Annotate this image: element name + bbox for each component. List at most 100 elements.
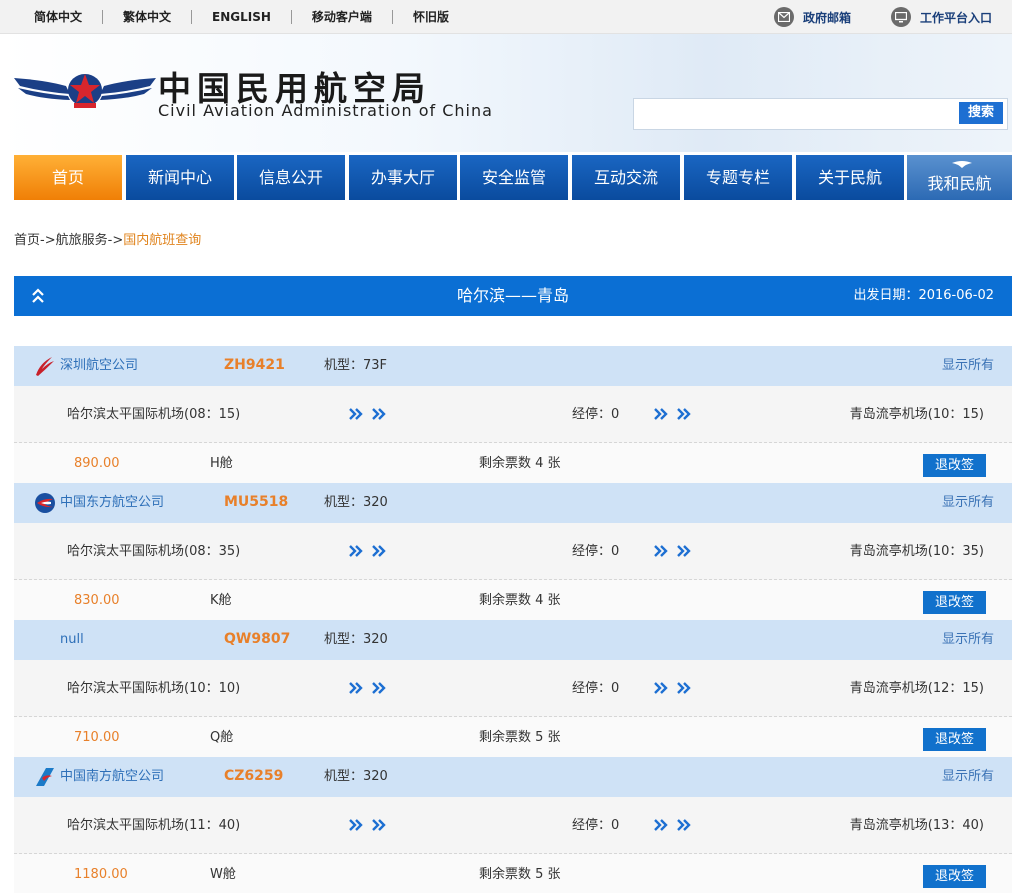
departure-airport: 哈尔滨太平国际机场(11：40) <box>67 818 241 833</box>
double-arrow-right-icon <box>349 819 386 831</box>
flight-route-row: 哈尔滨太平国际机场(08：15) 经停：0 青岛流亭机场(10：15) <box>14 386 1012 443</box>
caac-logo-icon[interactable] <box>14 66 156 114</box>
gov-mail-label: 政府邮箱 <box>802 10 851 25</box>
departure-date: 出发日期：2016-06-02 <box>853 288 994 303</box>
arrival-airport: 青岛流亭机场(10：35) <box>849 544 984 559</box>
route-bar: 哈尔滨——青岛 出发日期：2016-06-02 <box>14 276 1012 316</box>
gov-mail-link[interactable]: 政府邮箱 <box>773 7 851 27</box>
flight-price-row: 710.00 Q舱 剩余票数 5 张 退改签 <box>14 717 1012 758</box>
arrival-airport: 青岛流亭机场(12：15) <box>849 681 984 696</box>
site-header: 中国民用航空局 Civil Aviation Administration of… <box>0 34 1012 152</box>
aircraft-type: 机型：320 <box>324 632 388 647</box>
arrival-airport: 青岛流亭机场(13：40) <box>849 818 984 833</box>
show-all-link[interactable]: 显示所有 <box>942 757 994 797</box>
flight-header: 中国东方航空公司 MU5518 机型：320 显示所有 <box>14 483 1012 523</box>
link-classic-version[interactable]: 怀旧版 <box>393 10 469 24</box>
link-mobile-client[interactable]: 移动客户端 <box>292 10 393 24</box>
remaining-tickets: 剩余票数 5 张 <box>479 730 561 745</box>
stopovers: 经停：0 <box>572 544 620 559</box>
stopovers: 经停：0 <box>572 681 620 696</box>
refund-change-button[interactable]: 退改签 <box>923 591 986 614</box>
link-english[interactable]: ENGLISH <box>192 10 292 24</box>
china-eastern-logo-icon <box>35 493 55 513</box>
work-portal-link[interactable]: 工作平台入口 <box>890 7 992 27</box>
remaining-tickets: 剩余票数 5 张 <box>479 867 561 882</box>
flight-price-row: 1180.00 W舱 剩余票数 5 张 退改签 <box>14 854 1012 893</box>
show-all-link[interactable]: 显示所有 <box>942 346 994 386</box>
departure-airport: 哈尔滨太平国际机场(08：15) <box>67 407 241 422</box>
refund-change-button[interactable]: 退改签 <box>923 865 986 888</box>
flight-number: ZH9421 <box>224 357 285 373</box>
flight-header: 深圳航空公司 ZH9421 机型：73F 显示所有 <box>14 346 1012 386</box>
cabin-class: H舱 <box>210 456 233 471</box>
flight-header: 中国南方航空公司 CZ6259 机型：320 显示所有 <box>14 757 1012 797</box>
nav-interaction[interactable]: 互动交流 <box>572 155 680 200</box>
stopovers: 经停：0 <box>572 818 620 833</box>
breadcrumb-current: 国内航班查询 <box>123 233 202 248</box>
flight-price-row: 890.00 H舱 剩余票数 4 张 退改签 <box>14 443 1012 484</box>
refund-change-button[interactable]: 退改签 <box>923 728 986 751</box>
link-traditional-chinese[interactable]: 繁体中文 <box>103 10 193 24</box>
flight-route-row: 哈尔滨太平国际机场(11：40) 经停：0 青岛流亭机场(13：40) <box>14 797 1012 854</box>
flight-card: 中国南方航空公司 CZ6259 机型：320 显示所有 哈尔滨太平国际机场(11… <box>14 757 1012 893</box>
double-arrow-right-icon <box>349 545 386 557</box>
double-arrow-right-icon <box>654 408 691 420</box>
double-arrow-right-icon <box>654 819 691 831</box>
flight-route-row: 哈尔滨太平国际机场(10：10) 经停：0 青岛流亭机场(12：15) <box>14 660 1012 717</box>
double-arrow-right-icon <box>654 682 691 694</box>
flight-number: MU5518 <box>224 494 289 510</box>
remaining-tickets: 剩余票数 4 张 <box>479 593 561 608</box>
breadcrumb-separator: -> <box>40 233 56 248</box>
double-arrow-right-icon <box>349 682 386 694</box>
breadcrumb: 首页->航旅服务->国内航班查询 <box>14 229 201 248</box>
cabin-class: W舱 <box>210 867 236 882</box>
mail-icon <box>773 7 794 27</box>
double-arrow-right-icon <box>349 408 386 420</box>
main-nav: 首页 新闻中心 信息公开 办事大厅 安全监管 互动交流 专题专栏 关于民航 我和… <box>14 155 1012 200</box>
airline-name: null <box>60 632 84 647</box>
double-arrow-right-icon <box>654 545 691 557</box>
flight-card: 中国东方航空公司 MU5518 机型：320 显示所有 哈尔滨太平国际机场(08… <box>14 483 1012 621</box>
flight-route-row: 哈尔滨太平国际机场(08：35) 经停：0 青岛流亭机场(10：35) <box>14 523 1012 580</box>
breadcrumb-section[interactable]: 航旅服务 <box>56 233 108 248</box>
aircraft-type: 机型：320 <box>324 769 388 784</box>
refund-change-button[interactable]: 退改签 <box>923 454 986 477</box>
search-input[interactable]: 搜索 <box>633 98 1008 130</box>
ticket-price: 890.00 <box>74 456 120 471</box>
link-simplified-chinese[interactable]: 简体中文 <box>14 10 104 24</box>
nav-me-and-aviation[interactable]: 我和民航 <box>907 155 1012 200</box>
departure-airport: 哈尔滨太平国际机场(10：10) <box>67 681 241 696</box>
top-right-links: 政府邮箱 工作平台入口 <box>734 0 992 34</box>
arrival-airport: 青岛流亭机场(10：15) <box>849 407 984 422</box>
flight-card: null QW9807 机型：320 显示所有 哈尔滨太平国际机场(10：10)… <box>14 620 1012 758</box>
language-links: 简体中文 繁体中文 ENGLISH 移动客户端 怀旧版 <box>14 0 469 34</box>
nav-service-hall[interactable]: 办事大厅 <box>349 155 457 200</box>
airline-name: 中国南方航空公司 <box>60 769 165 784</box>
nav-info-disclosure[interactable]: 信息公开 <box>237 155 345 200</box>
departure-airport: 哈尔滨太平国际机场(08：35) <box>67 544 241 559</box>
flight-number: CZ6259 <box>224 768 284 784</box>
flight-header: null QW9807 机型：320 显示所有 <box>14 620 1012 660</box>
nav-special-topics[interactable]: 专题专栏 <box>684 155 792 200</box>
search-button[interactable]: 搜索 <box>959 102 1003 124</box>
monitor-icon <box>890 7 911 27</box>
show-all-link[interactable]: 显示所有 <box>942 620 994 660</box>
stopovers: 经停：0 <box>572 407 620 422</box>
ticket-price: 1180.00 <box>74 867 128 882</box>
ticket-price: 710.00 <box>74 730 120 745</box>
cabin-class: Q舱 <box>210 730 234 745</box>
ticket-price: 830.00 <box>74 593 120 608</box>
nav-home[interactable]: 首页 <box>14 155 122 200</box>
nav-about[interactable]: 关于民航 <box>796 155 904 200</box>
china-southern-logo-icon <box>36 768 54 786</box>
breadcrumb-home[interactable]: 首页 <box>14 233 40 248</box>
top-bar: 简体中文 繁体中文 ENGLISH 移动客户端 怀旧版 政府邮箱 工作平台入口 <box>0 0 1012 34</box>
site-title-english: Civil Aviation Administration of China <box>158 101 493 120</box>
nav-news[interactable]: 新闻中心 <box>126 155 234 200</box>
cabin-class: K舱 <box>210 593 232 608</box>
nav-me-and-aviation-label: 我和民航 <box>927 174 992 193</box>
airline-name: 中国东方航空公司 <box>60 495 165 510</box>
nav-safety[interactable]: 安全监管 <box>460 155 568 200</box>
show-all-link[interactable]: 显示所有 <box>942 483 994 523</box>
aircraft-type: 机型：320 <box>324 495 388 510</box>
